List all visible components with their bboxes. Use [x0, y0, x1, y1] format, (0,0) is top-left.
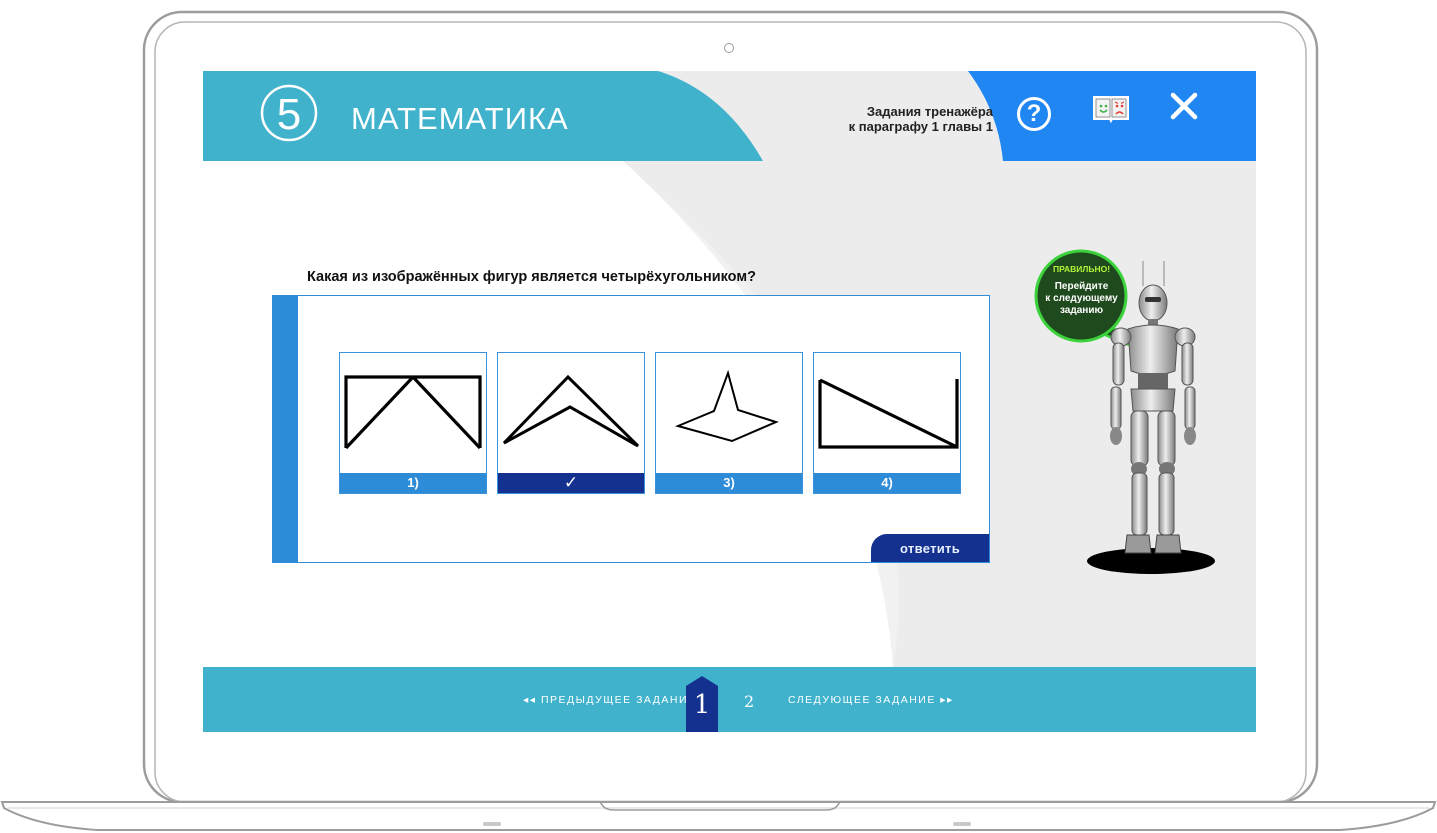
option-card-3[interactable]: 3) [655, 352, 803, 494]
app-screen: 5 МАТЕМАТИКА Задания тренажёра к парагра… [203, 71, 1256, 732]
close-button[interactable] [1169, 91, 1215, 137]
option-label-2: ✓ [498, 473, 644, 493]
panel-accent-bar [273, 296, 298, 562]
help-button[interactable]: ? [1011, 91, 1057, 137]
robot-mascot [1087, 261, 1215, 574]
laptop-foot [953, 822, 971, 826]
answer-panel: 1) ✓ 3) 4) ответить [272, 295, 990, 563]
logo-number: 5 [277, 90, 301, 139]
app-title: МАТЕМАТИКА [351, 101, 569, 136]
page-current-number: 1 [693, 690, 711, 720]
question-circle-icon: ? [1017, 97, 1051, 131]
option-label-3: 3) [656, 473, 802, 493]
task-title: Задания тренажёра к параграфу 1 главы 1 [763, 104, 993, 134]
webcam-icon [724, 43, 734, 53]
option-card-2[interactable]: ✓ [497, 352, 645, 494]
question-text: Какая из изображённых фигур является чет… [307, 269, 756, 285]
option-label-1: 1) [340, 473, 486, 493]
book-button[interactable] [1091, 91, 1137, 137]
figure-star-shape [674, 369, 779, 443]
app-header: 5 МАТЕМАТИКА Задания тренажёра к парагра… [203, 71, 1256, 161]
option-card-4[interactable]: 4) [813, 352, 961, 494]
prev-task-link[interactable]: ◂◂ ПРЕДЫДУЩЕЕ ЗАДАНИЕ [523, 694, 697, 706]
help-symbol: ? [1026, 100, 1042, 127]
answer-button[interactable]: ответить [871, 534, 989, 562]
page-two[interactable]: 2 [744, 692, 754, 711]
close-icon [1170, 92, 1198, 120]
pagination-bar: ◂◂ ПРЕДЫДУЩЕЕ ЗАДАНИЕ 1 2 СЛЕДУЮЩЕЕ ЗАДА… [203, 667, 1256, 732]
figure-arrowhead-shape [502, 374, 640, 448]
option-label-4: 4) [814, 473, 960, 493]
logo-five: 5 [259, 83, 319, 143]
page-current[interactable]: 1 [686, 676, 718, 732]
task-title-line2: к параграфу 1 главы 1 [848, 119, 993, 134]
figure-quadrilateral-shape [818, 378, 959, 449]
figure-triangles-shape [344, 375, 482, 450]
next-task-link[interactable]: СЛЕДУЮЩЕЕ ЗАДАНИЕ ▸▸ [788, 694, 954, 706]
book-smiley-icon [1093, 96, 1129, 123]
task-title-line1: Задания тренажёра [866, 104, 993, 119]
laptop-foot [483, 822, 501, 826]
option-card-1[interactable]: 1) [339, 352, 487, 494]
